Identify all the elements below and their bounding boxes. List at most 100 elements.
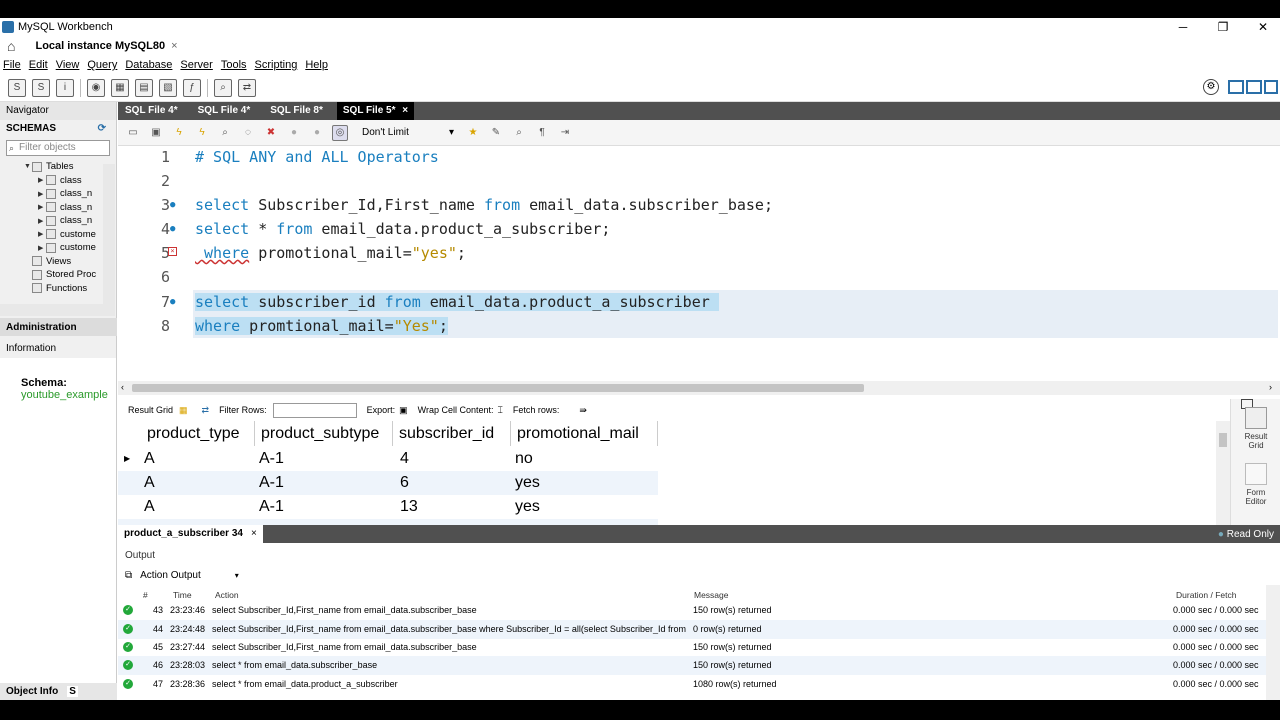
table-cell[interactable]: 4 (400, 447, 409, 471)
invisible-chars-icon[interactable]: ¶ (534, 125, 550, 141)
save-icon[interactable]: ▣ (148, 125, 164, 141)
table-cell[interactable]: A (144, 495, 155, 519)
output-row[interactable]: ✓ 46 23:28:03 select * from email_data.s… (118, 656, 1266, 675)
toggle-error-icon[interactable]: ✖ (263, 125, 279, 141)
find-icon[interactable]: ⌕ (511, 125, 527, 141)
refresh-icon[interactable]: ⇄ (202, 405, 210, 416)
tree-item-table[interactable]: ▶ class (0, 174, 117, 188)
output-vscrollbar[interactable] (1266, 585, 1280, 700)
expand-arrow-icon[interactable]: ▶ (38, 244, 46, 252)
table-cell[interactable]: A-1 (259, 471, 284, 495)
minimize-button[interactable]: ─ (1163, 18, 1203, 36)
maximize-button[interactable]: ❐ (1203, 18, 1243, 36)
commit-icon[interactable]: ● (286, 125, 302, 141)
menu-view[interactable]: View (56, 59, 80, 71)
wrap-lines-icon[interactable]: ⇥ (557, 125, 573, 141)
autocommit-icon[interactable]: ◎ (332, 124, 348, 141)
expand-arrow-icon[interactable]: ▶ (38, 190, 46, 198)
scroll-left-icon[interactable]: ‹ (121, 382, 124, 392)
object-info-tab[interactable]: Object Info (6, 686, 58, 697)
output-type-select[interactable]: ⧉ Action Output ▾ (125, 570, 239, 581)
tree-item-table[interactable]: ▶ custome (0, 241, 117, 255)
expand-arrow-icon[interactable]: ▶ (38, 203, 46, 211)
tree-scrollbar[interactable] (103, 164, 115, 304)
refresh-schemas-icon[interactable]: ⟳ (98, 120, 106, 138)
output-row[interactable]: ✓ 45 23:27:44 select Subscriber_Id,First… (118, 638, 1266, 657)
table-cell[interactable]: 13 (400, 495, 418, 519)
column-header[interactable]: product_subtype (255, 421, 393, 446)
create-schema-icon[interactable]: ◉ (87, 78, 105, 97)
administration-tab[interactable]: Administration (0, 318, 117, 336)
tree-item-tables[interactable]: ▼ Tables (0, 160, 117, 174)
filter-rows-input[interactable] (272, 402, 357, 418)
table-cell[interactable]: A-1 (259, 447, 284, 471)
tree-item-functions[interactable]: Functions (0, 282, 117, 296)
create-view-icon[interactable]: ▤ (135, 78, 153, 97)
new-sql-tab-icon[interactable]: S (8, 78, 26, 97)
form-editor-icon[interactable] (1245, 463, 1267, 485)
table-cell[interactable]: yes (515, 495, 540, 519)
fetch-rows-icon[interactable]: ⇛ (579, 405, 587, 416)
table-cell[interactable]: A-1 (259, 495, 284, 519)
table-row[interactable]: A A-1 13 yes (118, 495, 658, 519)
menu-tools[interactable]: Tools (221, 59, 247, 71)
menu-edit[interactable]: Edit (29, 59, 48, 71)
settings-icon[interactable]: ⚙ (1203, 79, 1219, 95)
sql-tab[interactable]: SQL File 4* (192, 102, 257, 120)
column-header[interactable]: subscriber_id (393, 421, 511, 446)
result-tab[interactable]: product_a_subscriber 34 × (118, 525, 263, 543)
tree-item-table[interactable]: ▶ class_n (0, 214, 117, 228)
export-icon[interactable]: ▣ (399, 405, 408, 416)
sql-editor[interactable]: 1 # SQL ANY and ALL Operators 2 3 ● sele… (118, 146, 1280, 381)
execute-current-icon[interactable]: ϟ (194, 125, 210, 141)
expand-arrow-icon[interactable]: ▶ (38, 176, 46, 184)
table-cell[interactable]: A (144, 447, 155, 471)
create-function-icon[interactable]: ƒ (183, 78, 201, 97)
table-cell[interactable]: 6 (400, 471, 409, 495)
connection-tab-close-icon[interactable]: × (171, 40, 177, 52)
column-header[interactable]: promotional_mail (511, 421, 658, 446)
menu-help[interactable]: Help (305, 59, 328, 71)
result-tab-close-icon[interactable]: × (251, 525, 257, 543)
grid-icon[interactable]: ▦ (179, 405, 188, 416)
grid-vscrollbar[interactable] (1216, 421, 1230, 525)
output-row[interactable]: ✓ 44 23:24:48 select Subscriber_Id,First… (118, 620, 1266, 639)
stop-icon[interactable]: ◌ (240, 125, 256, 141)
result-grid-view-label[interactable]: Result Grid (1243, 432, 1269, 450)
tree-hscrollbar[interactable] (0, 304, 115, 316)
column-header[interactable]: product_type (141, 421, 255, 446)
toggle-sidebar-icon[interactable] (1228, 80, 1244, 94)
sql-tab-close-icon[interactable]: × (402, 105, 408, 116)
sql-info-icon[interactable]: i (56, 78, 74, 97)
connection-tab[interactable]: Local instance MySQL80 (35, 40, 165, 52)
sql-tab[interactable]: SQL File 4* (119, 102, 184, 120)
search-table-data-icon[interactable]: ⌕ (214, 78, 232, 97)
tree-item-stored-procedures[interactable]: Stored Proc (0, 268, 117, 282)
reconnect-icon[interactable]: ⇄ (238, 78, 256, 97)
tree-item-table[interactable]: ▶ class_n (0, 201, 117, 215)
sql-tab[interactable]: SQL File 8* (264, 102, 329, 120)
sql-tab-active[interactable]: SQL File 5* × (336, 102, 415, 120)
wrap-cell-icon[interactable]: ⌶ (498, 405, 503, 416)
output-row[interactable]: ✓ 47 23:28:36 select * from email_data.p… (118, 675, 1266, 694)
home-icon[interactable]: ⌂ (7, 38, 15, 54)
editor-hscrollbar[interactable]: ‹ › (118, 381, 1280, 395)
bookmark-icon[interactable]: ★ (465, 125, 481, 141)
form-editor-view-label[interactable]: Form Editor (1243, 488, 1269, 506)
scroll-thumb[interactable] (132, 384, 864, 392)
expand-arrow-icon[interactable]: ▶ (38, 230, 46, 238)
toggle-output-icon[interactable] (1246, 80, 1262, 94)
expand-arrow-icon[interactable]: ▶ (38, 217, 46, 225)
menu-database[interactable]: Database (125, 59, 172, 71)
table-cell[interactable]: A (144, 471, 155, 495)
limit-rows-select[interactable]: Don't Limit ▾ (358, 124, 458, 142)
rollback-icon[interactable]: ● (309, 125, 325, 141)
table-cell[interactable]: yes (515, 471, 540, 495)
explain-icon[interactable]: ⌕ (217, 125, 233, 141)
copy-icon[interactable]: ⧉ (125, 570, 132, 581)
tree-item-views[interactable]: Views (0, 255, 117, 269)
filter-objects-input[interactable]: ⌕ Filter objects (6, 140, 110, 156)
result-grid-icon[interactable] (1245, 407, 1267, 429)
close-button[interactable]: ✕ (1243, 18, 1280, 36)
create-table-icon[interactable]: ▦ (111, 78, 129, 97)
